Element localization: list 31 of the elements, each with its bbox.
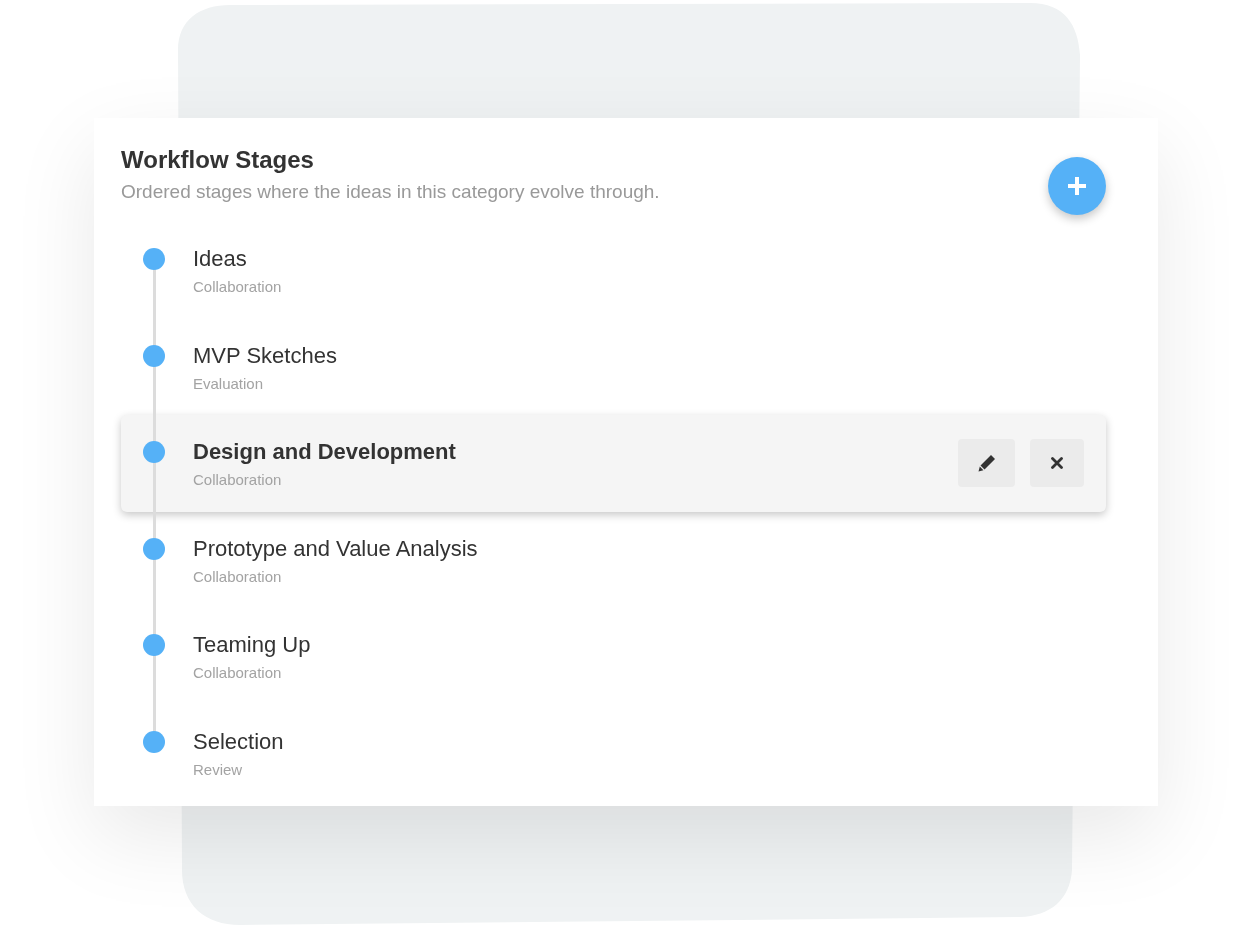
timeline-dot-icon — [143, 634, 165, 657]
stage-type: Evaluation — [193, 374, 264, 393]
stage-row[interactable]: Prototype and Value Analysis Collaboration — [121, 511, 1106, 609]
stage-type: Collaboration — [193, 278, 282, 296]
edit-button[interactable] — [958, 439, 1015, 488]
timeline-dot-icon — [143, 344, 165, 367]
stage-row[interactable]: Selection Review — [121, 704, 1106, 802]
stage-name: Design and Development — [193, 438, 456, 467]
pencil-icon — [977, 454, 996, 473]
stage-name: Teaming Up — [193, 631, 311, 660]
section-title: Workflow Stages — [121, 145, 315, 175]
delete-button[interactable] — [1030, 439, 1084, 488]
timeline-dot-icon — [143, 537, 165, 560]
stage-type: Collaboration — [193, 471, 282, 490]
timeline-dot-icon — [143, 730, 165, 753]
timeline-dot-icon — [143, 248, 165, 270]
stage-row[interactable]: MVP Sketches Evaluation — [121, 318, 1106, 416]
close-icon — [1051, 457, 1063, 470]
stage-name: Prototype and Value Analysis — [193, 534, 478, 563]
plus-icon — [1068, 177, 1086, 195]
stage-name: Ideas — [193, 245, 247, 273]
stage-row[interactable]: Teaming Up Collaboration — [121, 608, 1106, 705]
stage-type: Review — [193, 760, 243, 779]
stage-type: Collaboration — [193, 567, 282, 586]
stage-name: MVP Sketches — [193, 341, 337, 370]
stage-type: Collaboration — [193, 664, 282, 683]
stage-name: Selection — [193, 727, 284, 756]
stage-row[interactable]: Ideas Collaboration — [121, 222, 1106, 319]
timeline-dot-icon — [143, 441, 165, 464]
section-subtitle: Ordered stages where the ideas in this category evolve through. — [121, 180, 660, 204]
stage-row[interactable]: Design and Development Collaboration — [121, 415, 1106, 512]
